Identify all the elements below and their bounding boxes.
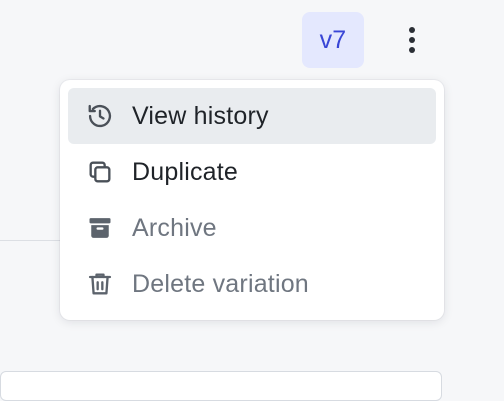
history-icon: [86, 102, 114, 130]
duplicate-icon: [86, 158, 114, 186]
archive-icon: [86, 214, 114, 242]
context-menu: View history Duplicate Archive Delete va…: [60, 80, 444, 320]
menu-item-label: Delete variation: [132, 269, 309, 298]
version-badge[interactable]: v7: [302, 12, 364, 68]
menu-item-label: Duplicate: [132, 157, 239, 186]
version-badge-label: v7: [319, 25, 347, 54]
trash-icon: [86, 270, 114, 298]
menu-item-label: Archive: [132, 213, 217, 242]
menu-item-view-history[interactable]: View history: [68, 88, 436, 144]
menu-item-archive[interactable]: Archive: [68, 200, 436, 256]
menu-item-delete-variation[interactable]: Delete variation: [68, 256, 436, 312]
more-vertical-icon: [409, 27, 415, 53]
background-card: [0, 371, 442, 401]
more-options-button[interactable]: [392, 18, 432, 62]
menu-item-label: View history: [132, 101, 269, 130]
menu-item-duplicate[interactable]: Duplicate: [68, 144, 436, 200]
